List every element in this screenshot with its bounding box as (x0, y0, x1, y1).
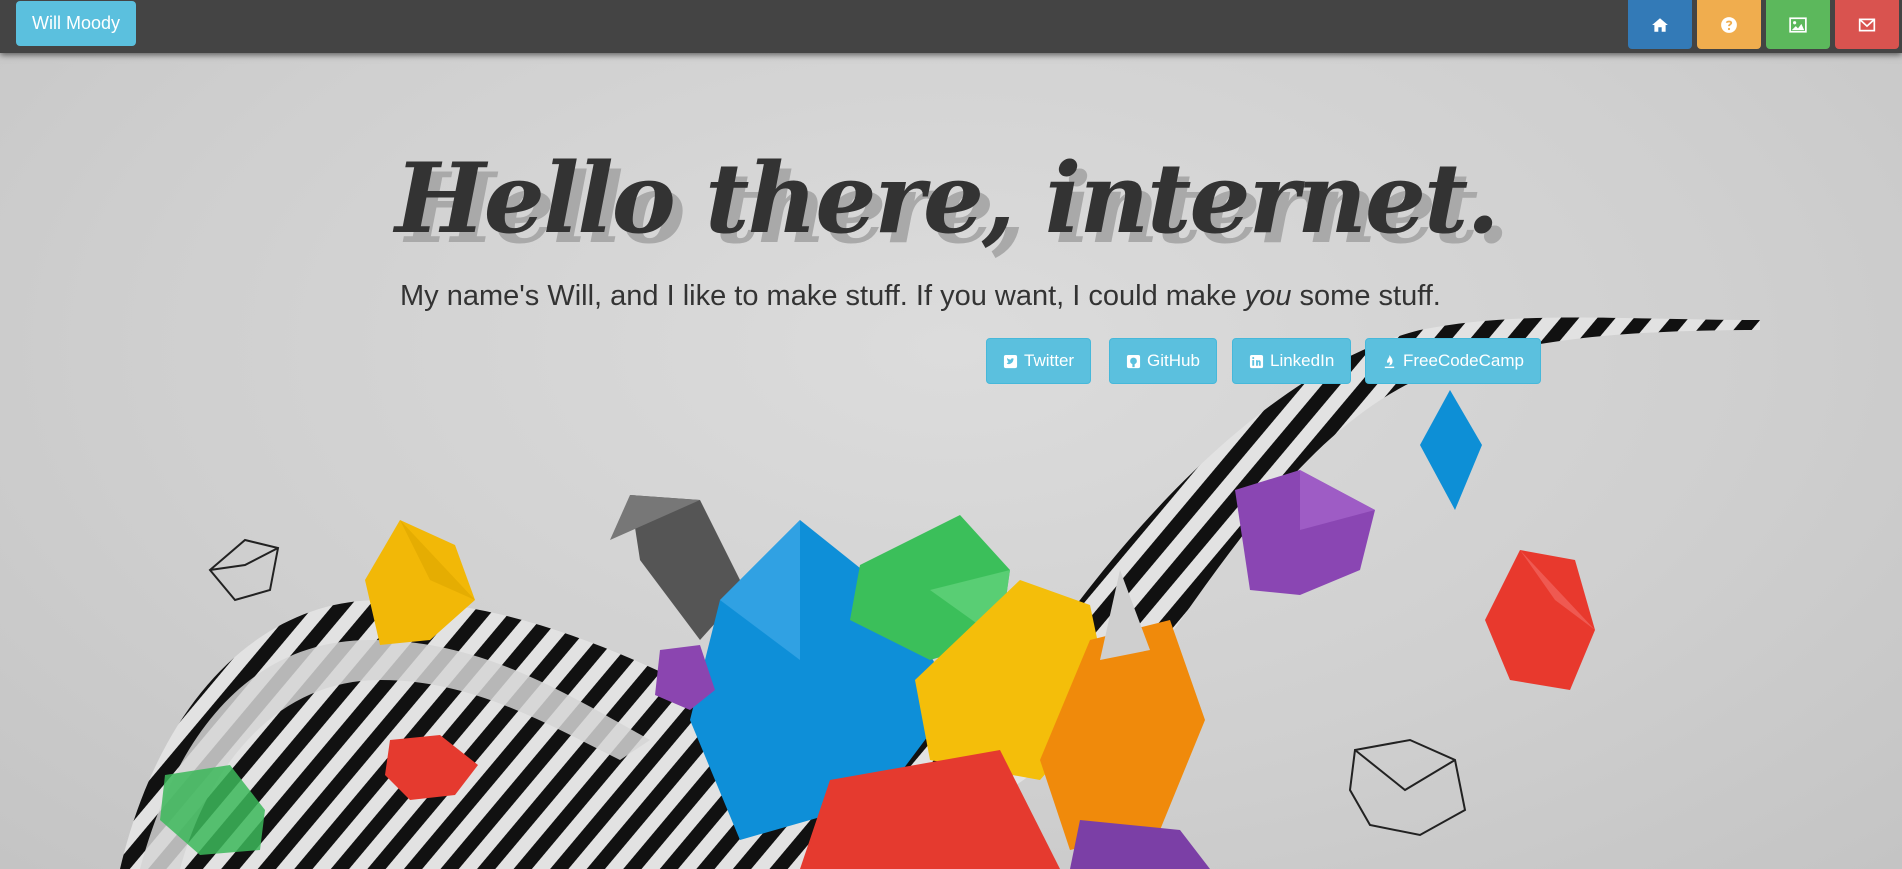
freecodecamp-label: FreeCodeCamp (1403, 351, 1524, 370)
brand-button[interactable]: Will Moody (16, 1, 137, 46)
twitter-button[interactable]: Twitter (986, 338, 1092, 384)
about-button[interactable] (1697, 0, 1761, 49)
github-button[interactable]: GitHub (1109, 338, 1217, 384)
freecodecamp-button[interactable]: FreeCodeCamp (1365, 338, 1541, 384)
twitter-label: Twitter (1024, 351, 1075, 370)
github-label: GitHub (1147, 351, 1200, 370)
twitter-icon (1003, 354, 1018, 368)
top-navbar: Will Moody (0, 0, 1902, 53)
home-icon (1652, 17, 1668, 32)
image-icon (1789, 16, 1807, 33)
linkedin-icon (1249, 354, 1264, 368)
home-button[interactable] (1628, 0, 1692, 49)
linkedin-label: LinkedIn (1270, 351, 1335, 370)
tagline-text: My name's Will, and I like to make stuff… (400, 280, 1245, 312)
tagline-emphasis: you (1244, 280, 1292, 312)
page-title: Hello there, internet. (395, 142, 1500, 255)
question-circle-icon (1721, 16, 1737, 33)
envelope-icon (1858, 18, 1876, 31)
linkedin-button[interactable]: LinkedIn (1232, 338, 1352, 384)
tagline-text-end: some stuff. (1291, 280, 1441, 312)
fire-icon (1384, 354, 1395, 368)
hero-section: Hello there, internet. My name's Will, a… (0, 0, 1902, 869)
portfolio-button[interactable] (1766, 0, 1830, 49)
contact-button[interactable] (1835, 0, 1899, 49)
github-icon (1126, 354, 1141, 368)
tagline: My name's Will, and I like to make stuff… (400, 280, 1441, 313)
